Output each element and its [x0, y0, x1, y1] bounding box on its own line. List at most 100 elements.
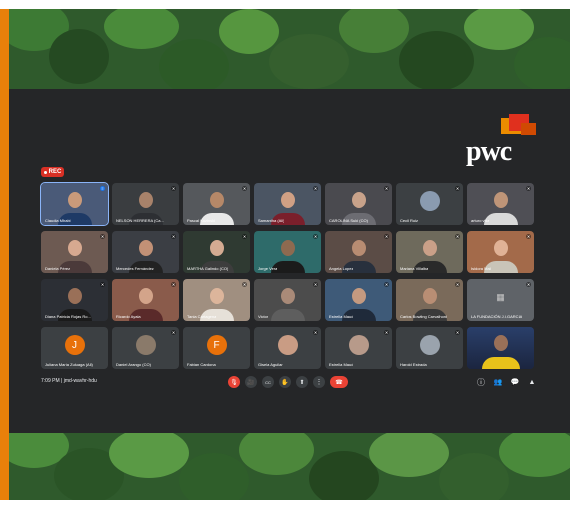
participant-tile[interactable]: ✕ Ricardo Ayala	[112, 279, 179, 321]
mic-off-icon: ✕	[526, 234, 531, 239]
camera-icon: 🎥	[247, 379, 255, 386]
chat-icon: 💬	[510, 379, 520, 386]
mic-off-icon: ✕	[171, 282, 176, 287]
participant-tile[interactable]: ✕ Mercedes Fernández	[112, 231, 179, 273]
chat-button[interactable]: 💬	[509, 376, 521, 388]
mic-off-icon: ✕	[313, 186, 318, 191]
participant-tile[interactable]: ✕ Pascal Kozinski	[183, 183, 250, 225]
participant-name: NELSON HERRERA (Ca...	[116, 218, 164, 223]
participant-name: Diana Patricia Rojas Ro...	[45, 314, 91, 319]
mic-button[interactable]: 🎙	[228, 376, 240, 388]
participant-name: Fabian Cardona	[187, 362, 216, 367]
mic-off-icon: ✕	[455, 234, 460, 239]
participant-tile[interactable]: ✕ Harold Estrada	[396, 327, 463, 369]
mic-off-icon: ✕	[526, 186, 531, 191]
participant-tile[interactable]: ✕ Estrella Maud	[325, 279, 392, 321]
participant-name: arturo villa	[471, 218, 490, 223]
mic-off-icon: ✕	[242, 234, 247, 239]
participant-tile[interactable]: ✕ Gisela Aguilar	[254, 327, 321, 369]
more-options-button[interactable]: ⋮	[313, 376, 325, 388]
participant-name: Gisela Aguilar	[258, 362, 283, 367]
mic-off-icon: ✕	[100, 282, 105, 287]
hand-icon: ✋	[281, 379, 289, 386]
leave-call-button[interactable]: ☎	[330, 376, 348, 388]
mic-off-icon: ✕	[242, 282, 247, 287]
phone-hangup-icon: ☎	[335, 379, 343, 386]
participant-tile[interactable]: ✕ arturo villa	[467, 183, 534, 225]
captions-icon: CC	[265, 379, 271, 385]
participant-tile[interactable]: ✕ Samantha (All)	[254, 183, 321, 225]
promo-frame: pwc REC ≡ Claudia Mhabi ✕ NELSON HERRERA…	[0, 0, 570, 509]
forest-canopy-top	[9, 9, 570, 89]
camera-button[interactable]: 🎥	[245, 376, 257, 388]
people-button[interactable]: 👥	[492, 376, 504, 388]
present-button[interactable]: ⬆	[296, 376, 308, 388]
participant-tile[interactable]: ✕ Victor	[254, 279, 321, 321]
speaking-indicator-icon: ≡	[100, 186, 105, 191]
participant-tile[interactable]: ✕ NELSON HERRERA (Ca...	[112, 183, 179, 225]
participant-tile[interactable]: ✕ Isidora Mali	[467, 231, 534, 273]
avatar: F	[206, 335, 227, 355]
mic-off-icon: ✕	[100, 234, 105, 239]
participant-name: Juliana María Zuluaga (All)	[45, 362, 93, 367]
avatar	[419, 335, 440, 355]
raise-hand-button[interactable]: ✋	[279, 376, 291, 388]
participant-tile[interactable]: J Juliana María Zuluaga (All)	[41, 327, 108, 369]
avatar	[277, 335, 298, 355]
participant-tile[interactable]: ✕ Carlos Bowling Carvalhoni	[396, 279, 463, 321]
participant-name: Estrella Maud	[329, 362, 354, 367]
mic-off-icon: ✕	[171, 330, 176, 335]
participant-tile[interactable]: ✕ Angela Lopez	[325, 231, 392, 273]
participant-name: Ricardo Ayala	[116, 314, 141, 319]
activities-icon: ▲	[528, 378, 536, 386]
mic-off-icon: ✕	[171, 234, 176, 239]
avatar: J	[64, 335, 85, 355]
participant-name: Daniela Pérez	[45, 266, 71, 271]
participant-name: Tania Cartagena	[187, 314, 217, 319]
mic-off-icon: ✕	[313, 330, 318, 335]
meeting-info: 7:09 PM | jmd-wavhr-hdu	[41, 378, 97, 384]
participant-tile[interactable]: ✕ Diana Patricia Rojas Ro...	[41, 279, 108, 321]
forest-canopy-bottom	[9, 433, 570, 500]
meeting-controls-bar: 7:09 PM | jmd-wavhr-hdu 🎙 🎥 CC ✋ ⬆ ⋮ ☎ ⓘ	[41, 372, 541, 392]
participant-tile[interactable]: ✕ Estrella Maud	[325, 327, 392, 369]
people-icon: 👥	[493, 379, 503, 386]
participant-tile[interactable]: ✕ Daniela Pérez	[41, 231, 108, 273]
meeting-separator: |	[61, 378, 63, 384]
participant-tile[interactable]: F Fabian Cardona	[183, 327, 250, 369]
mic-off-icon: ✕	[455, 282, 460, 287]
mic-off-icon: ✕	[242, 186, 247, 191]
participant-tile[interactable]: ✕ CAROLINA Suki (CO)	[325, 183, 392, 225]
participant-tile[interactable]: ▦ ✕ LA FUNDACIÓN J.I.GARCIA	[467, 279, 534, 321]
participant-tile[interactable]: ✕ MARTHA Galindo (CO)	[183, 231, 250, 273]
pwc-logo: pwc	[466, 114, 538, 167]
mic-off-icon: ✕	[455, 186, 460, 191]
participant-name: Cecil Ruiz	[400, 218, 419, 223]
participant-tile[interactable]: ≡ Claudia Mhabi	[40, 182, 109, 226]
participant-tile[interactable]: ✕ Tania Cartagena	[183, 279, 250, 321]
activities-button[interactable]: ▲	[526, 376, 538, 388]
presenter-tile[interactable]	[467, 327, 534, 369]
present-icon: ⬆	[299, 379, 305, 386]
participant-name: Jorge Vera	[258, 266, 278, 271]
mic-off-icon: ✕	[313, 282, 318, 287]
pwc-logo-text: pwc	[466, 136, 512, 167]
mic-off-icon: ✕	[313, 234, 318, 239]
participant-tile[interactable]: ✕ Cecil Ruiz	[396, 183, 463, 225]
mic-off-icon: ✕	[526, 282, 531, 287]
participant-name: Mariana Villalba	[400, 266, 429, 271]
participant-tile[interactable]: ✕ Mariana Villalba	[396, 231, 463, 273]
mic-off-icon: ✕	[384, 186, 389, 191]
participant-tile[interactable]: ✕ Jorge Vera	[254, 231, 321, 273]
participant-name: LA FUNDACIÓN J.I.GARCIA	[471, 314, 523, 319]
participant-tile[interactable]: ✕ Daniel Arango (CO)	[112, 327, 179, 369]
avatar	[348, 335, 369, 355]
participant-name: Isidora Mali	[471, 266, 492, 271]
participant-name: Claudia Mhabi	[45, 218, 71, 223]
captions-button[interactable]: CC	[262, 376, 274, 388]
meeting-details-button[interactable]: ⓘ	[475, 376, 487, 388]
participant-name: Carlos Bowling Carvalhoni	[400, 314, 447, 319]
participant-name: CAROLINA Suki (CO)	[329, 218, 368, 223]
participant-name: Angela Lopez	[329, 266, 354, 271]
participant-name: Estrella Maud	[329, 314, 354, 319]
